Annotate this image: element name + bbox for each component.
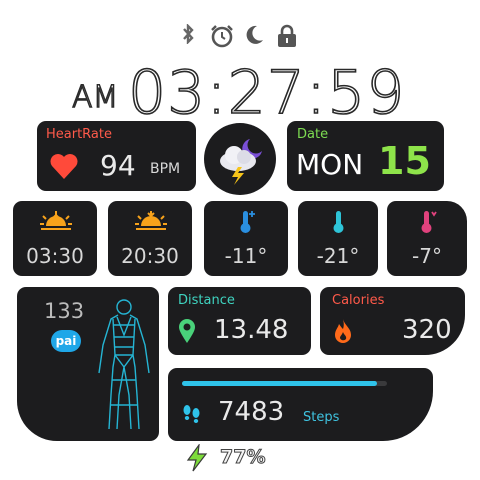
temperature-low-value: -7° (412, 244, 442, 268)
date-label: Date (297, 127, 329, 142)
distance-label: Distance (178, 293, 235, 308)
thermometer-icon (240, 211, 255, 233)
pai-value: 133 (44, 299, 85, 323)
pai-badge: pai (51, 330, 81, 352)
battery-value: 77% (219, 446, 266, 469)
heart-rate-unit: BPM (150, 161, 181, 177)
time-display: 03:27:59 (127, 57, 406, 129)
lightning-bolt-icon (186, 444, 208, 472)
pai-tile[interactable]: 133 pai (17, 287, 159, 441)
lock-icon (278, 24, 296, 47)
steps-progress-fill (182, 381, 377, 386)
thermometer-icon (421, 211, 437, 233)
date-tile[interactable]: Date MON 15 (287, 121, 444, 191)
thunder-cloud-moon-icon (220, 139, 262, 185)
bluetooth-icon (183, 24, 194, 44)
heart-rate-label: HeartRate (46, 127, 112, 142)
sunrise-value: 03:30 (26, 244, 84, 268)
heart-rate-value: 94 (100, 149, 136, 182)
temperature-high-tile[interactable]: -11° (204, 201, 288, 276)
distance-value: 13.48 (214, 315, 289, 345)
temperature-high-value: -11° (224, 244, 268, 268)
temperature-current-tile[interactable]: -21° (298, 201, 378, 276)
thermometer-icon (333, 211, 344, 233)
flame-icon (335, 319, 351, 343)
temperature-low-tile[interactable]: -7° (387, 201, 467, 276)
steps-value: 7483 (218, 397, 285, 427)
sunrise-icon (40, 211, 72, 230)
weather-tile[interactable] (204, 123, 276, 195)
moon-icon (246, 25, 263, 44)
alarm-icon (211, 25, 233, 48)
location-pin-icon (179, 319, 195, 343)
temperature-current-value: -21° (316, 244, 360, 268)
date-day: MON (296, 148, 364, 181)
steps-progress-track (182, 381, 387, 386)
date-number: 15 (378, 139, 431, 183)
steps-tile[interactable]: 7483 Steps (168, 368, 433, 441)
distance-tile[interactable]: Distance 13.48 (168, 287, 311, 355)
body-figure-icon (98, 299, 150, 430)
heart-rate-tile[interactable]: HeartRate 94 BPM (37, 121, 196, 191)
heart-icon (50, 154, 78, 179)
calories-label: Calories (332, 293, 385, 308)
ampm-indicator: AM (71, 79, 119, 115)
sunset-value: 20:30 (121, 244, 179, 268)
sunrise-tile[interactable]: 03:30 (13, 201, 97, 276)
footsteps-icon (183, 405, 200, 423)
calories-value: 320 (402, 315, 452, 345)
sunset-tile[interactable]: 20:30 (108, 201, 192, 276)
sunset-icon (135, 211, 167, 230)
calories-tile[interactable]: Calories 320 (320, 287, 465, 355)
steps-label: Steps (303, 410, 340, 425)
